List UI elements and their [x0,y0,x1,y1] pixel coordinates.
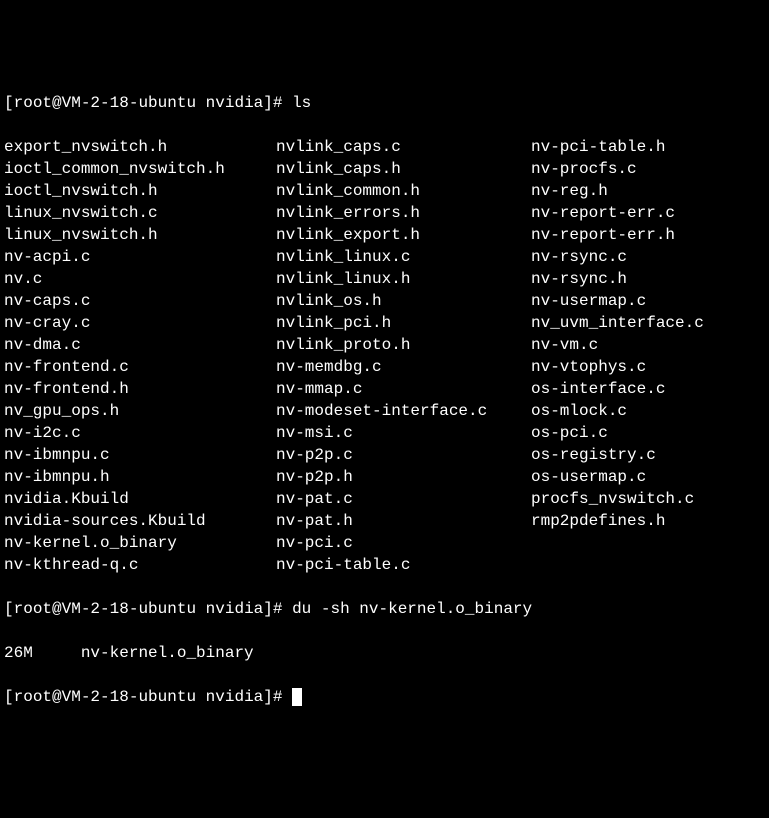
prompt-bracket-close: ]# [263,600,292,618]
du-output-line: 26M nv-kernel.o_binary [4,642,765,664]
file-entry: nv-vm.c [531,334,765,356]
file-entry: nv-vtophys.c [531,356,765,378]
prompt-bracket: [ [4,600,14,618]
file-entry: ioctl_common_nvswitch.h [4,158,276,180]
prompt-space [196,600,206,618]
du-size: 26M [4,644,33,662]
file-entry: nv-report-err.h [531,224,765,246]
prompt-user: root [14,600,52,618]
file-entry: nv-frontend.c [4,356,276,378]
file-entry: ioctl_nvswitch.h [4,180,276,202]
file-entry [531,532,765,554]
file-entry: os-registry.c [531,444,765,466]
file-entry: nv-ibmnpu.c [4,444,276,466]
prompt-bracket: [ [4,688,14,706]
file-entry: nv-usermap.c [531,290,765,312]
prompt-space [196,94,206,112]
file-entry: nv-procfs.c [531,158,765,180]
file-entry: nvlink_linux.h [276,268,531,290]
file-entry: nvlink_linux.c [276,246,531,268]
du-file: nv-kernel.o_binary [81,644,254,662]
file-entry: nv-rsync.c [531,246,765,268]
file-entry: nv-mmap.c [276,378,531,400]
prompt-bracket-close: ]# [263,688,292,706]
prompt-at: @ [52,94,62,112]
file-entry: nv-acpi.c [4,246,276,268]
prompt-at: @ [52,688,62,706]
file-entry: os-mlock.c [531,400,765,422]
ls-output: export_nvswitch.hnvlink_caps.cnv-pci-tab… [4,136,765,576]
file-entry: nv-kthread-q.c [4,554,276,576]
file-entry: os-usermap.c [531,466,765,488]
file-entry: nv.c [4,268,276,290]
prompt-bracket: [ [4,94,14,112]
prompt-cwd: nvidia [206,688,264,706]
terminal-prompt-line-2: [root@VM-2-18-ubuntu nvidia]# du -sh nv-… [4,598,765,620]
file-entry: nv-pci-table.c [276,554,531,576]
file-entry: nv-p2p.h [276,466,531,488]
command-text: ls [292,94,311,112]
prompt-host: VM-2-18-ubuntu [62,600,196,618]
file-entry: rmp2pdefines.h [531,510,765,532]
file-entry: nv-pat.c [276,488,531,510]
prompt-cwd: nvidia [206,600,264,618]
file-entry: nvlink_caps.h [276,158,531,180]
file-entry: nv-dma.c [4,334,276,356]
file-entry: nv-report-err.c [531,202,765,224]
terminal-prompt-line-3[interactable]: [root@VM-2-18-ubuntu nvidia]# [4,686,765,708]
file-entry: linux_nvswitch.h [4,224,276,246]
file-entry: nvlink_proto.h [276,334,531,356]
file-entry: nv-rsync.h [531,268,765,290]
command-text: du -sh nv-kernel.o_binary [292,600,532,618]
prompt-at: @ [52,600,62,618]
prompt-host: VM-2-18-ubuntu [62,94,196,112]
file-entry: nv-caps.c [4,290,276,312]
prompt-bracket-close: ]# [263,94,292,112]
file-entry: nv-frontend.h [4,378,276,400]
file-entry: nvlink_pci.h [276,312,531,334]
file-entry: nv-ibmnpu.h [4,466,276,488]
file-entry: nv_uvm_interface.c [531,312,765,334]
file-entry: export_nvswitch.h [4,136,276,158]
file-entry: nvidia-sources.Kbuild [4,510,276,532]
prompt-host: VM-2-18-ubuntu [62,688,196,706]
prompt-space [196,688,206,706]
file-entry [531,554,765,576]
file-entry: nv-pat.h [276,510,531,532]
file-entry: nv-kernel.o_binary [4,532,276,554]
file-entry: nvlink_os.h [276,290,531,312]
file-entry: nv-cray.c [4,312,276,334]
file-entry: nvlink_common.h [276,180,531,202]
terminal-prompt-line-1: [root@VM-2-18-ubuntu nvidia]# ls [4,92,765,114]
file-entry: nv-memdbg.c [276,356,531,378]
file-entry: nvlink_export.h [276,224,531,246]
file-entry: nv-pci-table.h [531,136,765,158]
file-entry: nv-p2p.c [276,444,531,466]
prompt-cwd: nvidia [206,94,264,112]
file-entry: nv_gpu_ops.h [4,400,276,422]
prompt-user: root [14,688,52,706]
file-entry: os-interface.c [531,378,765,400]
file-entry: nvlink_caps.c [276,136,531,158]
file-entry: nvidia.Kbuild [4,488,276,510]
cursor-icon [292,688,302,706]
file-entry: os-pci.c [531,422,765,444]
file-entry: nv-reg.h [531,180,765,202]
file-entry: nv-modeset-interface.c [276,400,531,422]
file-entry: procfs_nvswitch.c [531,488,765,510]
file-entry: nvlink_errors.h [276,202,531,224]
file-entry: nv-i2c.c [4,422,276,444]
file-entry: nv-msi.c [276,422,531,444]
prompt-user: root [14,94,52,112]
du-tab [33,644,81,662]
file-entry: linux_nvswitch.c [4,202,276,224]
file-entry: nv-pci.c [276,532,531,554]
